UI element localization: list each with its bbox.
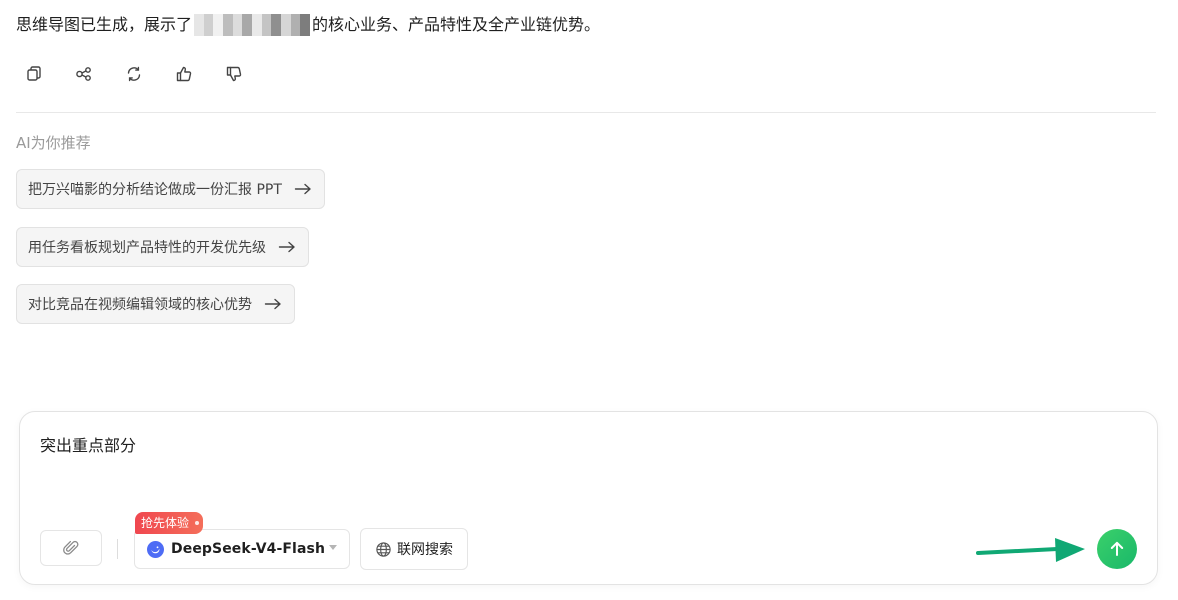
attach-button[interactable] <box>40 530 102 566</box>
message-actions <box>24 64 244 84</box>
recommendation-label: 对比竞品在视频编辑领域的核心优势 <box>28 297 252 313</box>
recommendation-title: AI为你推荐 <box>16 134 91 152</box>
web-search-toggle[interactable]: 联网搜索 <box>360 528 468 570</box>
model-name: DeepSeek-V4-Flash <box>171 541 326 557</box>
arrow-right-icon <box>278 241 295 253</box>
promo-badge-label: 抢先体验 <box>141 516 190 530</box>
arrow-right-icon <box>264 298 281 310</box>
chat-page: 思维导图已生成，展示了 的核心业务、产品特性及全产业链优势。 AI为你推荐 把万… <box>0 0 1178 600</box>
promo-badge: 抢先体验 <box>135 512 204 534</box>
thumbs-up-icon[interactable] <box>174 64 194 84</box>
message-suffix: 的核心业务、产品特性及全产业链优势。 <box>312 15 601 34</box>
annotation-arrow-icon <box>976 538 1085 562</box>
globe-icon <box>376 541 391 557</box>
recommendation-label: 用任务看板规划产品特性的开发优先级 <box>28 240 266 256</box>
deepseek-logo-icon <box>147 540 164 558</box>
toolbar-separator <box>117 539 118 559</box>
thumbs-down-icon[interactable] <box>224 64 244 84</box>
badge-dot <box>195 521 200 525</box>
chevron-down-icon <box>329 545 337 550</box>
arrow-right-icon <box>294 183 311 195</box>
copy-icon[interactable] <box>24 64 44 84</box>
recommendation-item[interactable]: 对比竞品在视频编辑领域的核心优势 <box>16 284 295 324</box>
share-icon[interactable] <box>74 64 94 84</box>
web-search-label: 联网搜索 <box>397 542 453 558</box>
recommendation-label: 把万兴喵影的分析结论做成一份汇报 PPT <box>28 182 282 198</box>
assistant-message: 思维导图已生成，展示了 的核心业务、产品特性及全产业链优势。 <box>16 12 600 38</box>
recommendation-item[interactable]: 把万兴喵影的分析结论做成一份汇报 PPT <box>16 169 325 209</box>
message-prefix: 思维导图已生成，展示了 <box>16 15 193 34</box>
redacted-text <box>194 14 311 36</box>
model-selector[interactable]: DeepSeek-V4-Flash <box>134 529 350 569</box>
recommendation-item[interactable]: 用任务看板规划产品特性的开发优先级 <box>16 227 309 267</box>
section-divider <box>16 112 1156 113</box>
paperclip-icon <box>63 540 79 555</box>
chat-input-text[interactable]: 突出重点部分 <box>40 434 136 458</box>
refresh-icon[interactable] <box>124 64 144 84</box>
arrow-up-icon <box>1110 541 1124 556</box>
send-button[interactable] <box>1097 529 1137 569</box>
